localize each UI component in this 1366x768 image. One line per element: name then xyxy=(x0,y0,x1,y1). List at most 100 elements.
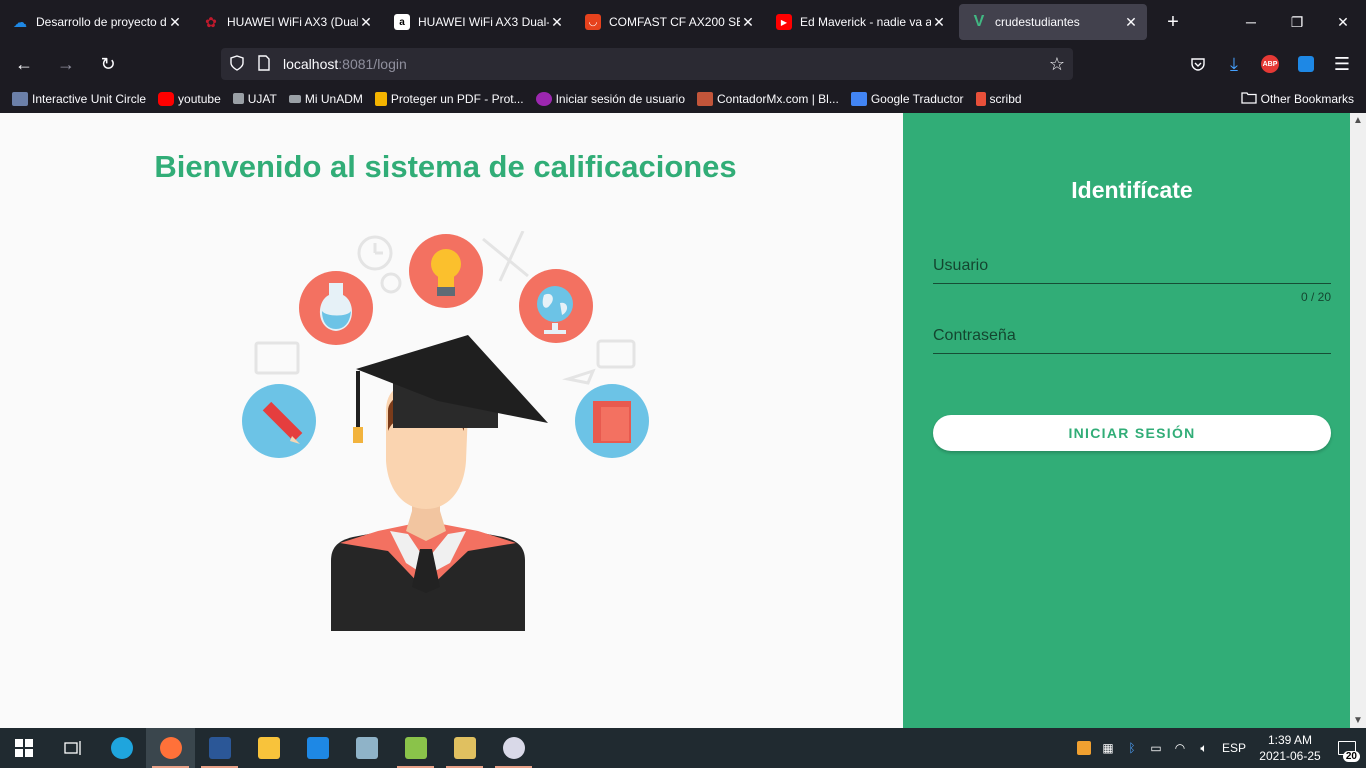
folder-icon xyxy=(257,737,280,759)
bookmark-label: Mi UnADM xyxy=(304,91,363,106)
download-icon[interactable]: ⤓ xyxy=(1216,48,1252,80)
page-scrollbar[interactable]: ▲ ▼ xyxy=(1350,113,1366,728)
bookmarks-bar: Interactive Unit Circle youtube UJAT Mi … xyxy=(0,84,1366,113)
tray-app-icon[interactable]: ▦ xyxy=(1096,728,1120,768)
bookmark-item[interactable]: UJAT xyxy=(232,91,277,106)
url-bar[interactable]: localhost:8081/login ☆ xyxy=(221,48,1073,80)
login-title: Identifícate xyxy=(1071,177,1193,203)
taskbar-app-3[interactable] xyxy=(440,728,489,768)
other-bookmarks-label: Other Bookmarks xyxy=(1260,91,1354,106)
taskbar-explorer[interactable] xyxy=(244,728,293,768)
login-button[interactable]: INICIAR SESIÓN xyxy=(933,415,1331,451)
close-tab-icon[interactable]: ✕ xyxy=(1123,14,1139,31)
taskbar-firefox[interactable] xyxy=(146,728,195,768)
close-tab-icon[interactable]: ✕ xyxy=(358,14,374,31)
tab-onedrive[interactable]: ☁ Desarrollo de proyecto de ✕ xyxy=(0,4,191,40)
scroll-down-icon[interactable]: ▼ xyxy=(1353,715,1363,726)
back-icon[interactable]: ← xyxy=(6,48,42,80)
window-controls: ─ ❐ ✕ xyxy=(1228,0,1366,44)
clock[interactable]: 1:39 AM 2021-06-25 xyxy=(1252,732,1328,764)
username-input[interactable] xyxy=(933,253,1331,283)
bookmark-label: UJAT xyxy=(247,91,277,106)
tab-huawei-2[interactable]: a HUAWEI WiFi AX3 Dual-C ✕ xyxy=(382,4,573,40)
app-icon xyxy=(355,737,378,759)
close-tab-icon[interactable]: ✕ xyxy=(931,14,947,31)
tab-title: COMFAST CF AX200 SE 30 xyxy=(609,15,740,29)
welcome-panel: Bienvenido al sistema de calificaciones xyxy=(0,113,903,728)
wifi-icon[interactable]: ◠ xyxy=(1168,728,1192,768)
browser-chrome: ☁ Desarrollo de proyecto de ✕ ✿ HUAWEI W… xyxy=(0,0,1366,113)
bookmark-item[interactable]: Google Traductor xyxy=(850,91,964,106)
bookmark-item[interactable]: youtube xyxy=(158,91,221,106)
windows-icon xyxy=(15,739,33,757)
bookmark-item[interactable]: ContadorMx.com | Bl... xyxy=(697,91,839,106)
page-icon xyxy=(257,54,283,74)
bookmark-item[interactable]: Iniciar sesión de usuario xyxy=(535,91,685,106)
password-input[interactable] xyxy=(933,323,1331,353)
bookmark-item[interactable]: Interactive Unit Circle xyxy=(12,91,147,106)
bookmark-favicon-icon xyxy=(232,93,244,104)
restore-icon[interactable]: ❐ xyxy=(1274,0,1320,44)
folder-icon xyxy=(1240,91,1257,107)
edge-icon xyxy=(110,737,133,759)
tray-app-icon[interactable] xyxy=(1072,728,1096,768)
taskbar-edge[interactable] xyxy=(97,728,146,768)
minimize-icon[interactable]: ─ xyxy=(1228,0,1274,44)
close-tab-icon[interactable]: ✕ xyxy=(549,14,565,31)
taskbar-vscode[interactable] xyxy=(293,728,342,768)
close-tab-icon[interactable]: ✕ xyxy=(167,14,183,31)
translate-extension-icon[interactable] xyxy=(1288,48,1324,80)
bookmark-label: scribd xyxy=(989,91,1022,106)
password-field[interactable]: Contraseña xyxy=(933,316,1331,354)
tab-comfast[interactable]: ◡ COMFAST CF AX200 SE 30 ✕ xyxy=(573,4,764,40)
bookmark-label: Proteger un PDF - Prot... xyxy=(390,91,524,106)
firefox-icon xyxy=(159,737,182,759)
reload-icon[interactable]: ↻ xyxy=(90,48,126,80)
tab-bar: ☁ Desarrollo de proyecto de ✕ ✿ HUAWEI W… xyxy=(0,0,1366,44)
menu-icon[interactable]: ☰ xyxy=(1324,48,1360,80)
bookmark-label: Interactive Unit Circle xyxy=(32,91,147,106)
volume-icon[interactable]: 🔈︎ xyxy=(1192,728,1216,768)
taskbar-app-2[interactable] xyxy=(391,728,440,768)
close-tab-icon[interactable]: ✕ xyxy=(740,14,756,31)
forward-icon[interactable]: → xyxy=(48,48,84,80)
welcome-title: Bienvenido al sistema de calificaciones xyxy=(154,149,737,184)
language-indicator[interactable]: ESP xyxy=(1216,728,1252,768)
close-window-icon[interactable]: ✕ xyxy=(1320,0,1366,44)
system-tray: ▦ ᛒ ▭ ◠ 🔈︎ ESP 1:39 AM 2021-06-25 20 xyxy=(1072,728,1366,768)
bookmark-item[interactable]: Mi UnADM xyxy=(288,91,363,106)
huawei-icon: ✿ xyxy=(205,13,217,30)
pocket-icon[interactable] xyxy=(1180,48,1216,80)
vue-icon: V xyxy=(973,13,985,30)
bookmark-favicon-icon xyxy=(12,91,28,106)
tab-title: Ed Maverick - nadie va a p xyxy=(800,15,931,29)
bookmark-star-icon[interactable]: ☆ xyxy=(1049,54,1065,75)
taskbar-app-4[interactable] xyxy=(489,728,538,768)
bluetooth-icon[interactable]: ᛒ xyxy=(1120,728,1144,768)
start-button[interactable] xyxy=(0,728,48,768)
bookmark-favicon-icon xyxy=(697,91,713,106)
username-field[interactable]: Usuario xyxy=(933,246,1331,284)
notepad-icon xyxy=(404,737,427,759)
task-view-button[interactable] xyxy=(48,728,97,768)
bookmark-item[interactable]: scribd xyxy=(975,91,1022,106)
taskbar-word[interactable] xyxy=(195,728,244,768)
bookmark-item[interactable]: Proteger un PDF - Prot... xyxy=(374,91,524,106)
onedrive-icon: ☁ xyxy=(13,13,27,30)
other-bookmarks[interactable]: Other Bookmarks xyxy=(1240,91,1354,107)
amazon-icon: a xyxy=(394,14,410,30)
notification-count: 20 xyxy=(1342,751,1360,762)
new-tab-button[interactable]: + xyxy=(1159,8,1187,36)
notification-center-button[interactable]: 20 xyxy=(1328,728,1366,768)
word-icon xyxy=(208,737,231,759)
tab-crudestudiantes[interactable]: V crudestudiantes ✕ xyxy=(959,4,1147,40)
tab-youtube[interactable]: ▶ Ed Maverick - nadie va a p ✕ xyxy=(764,4,955,40)
scroll-up-icon[interactable]: ▲ xyxy=(1353,115,1363,126)
tab-huawei-1[interactable]: ✿ HUAWEI WiFi AX3 (Dual-C ✕ xyxy=(191,4,382,40)
battery-icon[interactable]: ▭ xyxy=(1144,728,1168,768)
taskbar-app-1[interactable] xyxy=(342,728,391,768)
shield-icon[interactable] xyxy=(229,54,253,74)
username-char-counter: 0 / 20 xyxy=(1300,290,1331,304)
adblock-icon[interactable]: ABP xyxy=(1252,48,1288,80)
bookmark-label: Google Traductor xyxy=(870,91,964,106)
